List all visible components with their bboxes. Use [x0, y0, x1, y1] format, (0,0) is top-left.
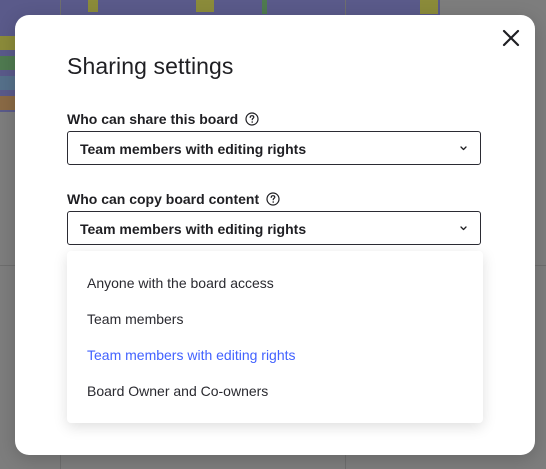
- board-tile: [0, 56, 16, 70]
- help-icon[interactable]: [266, 192, 280, 206]
- board-tile: [262, 0, 267, 14]
- copy-permission-label: Who can copy board content: [67, 191, 280, 207]
- dropdown-option-anyone[interactable]: Anyone with the board access: [87, 275, 274, 291]
- board-tile: [0, 36, 16, 50]
- share-permission-label-text: Who can share this board: [67, 111, 239, 127]
- copy-permission-dropdown: Anyone with the board access Team member…: [67, 251, 483, 423]
- board-tile: [88, 0, 98, 12]
- copy-permission-select[interactable]: Team members with editing rights: [67, 211, 481, 245]
- help-icon[interactable]: [245, 112, 259, 126]
- share-permission-label: Who can share this board: [67, 111, 259, 127]
- sharing-settings-dialog: Sharing settings Who can share this boar…: [15, 15, 535, 455]
- share-permission-select[interactable]: Team members with editing rights: [67, 131, 481, 165]
- board-tile: [196, 0, 214, 12]
- chevron-down-icon: [460, 226, 467, 231]
- chevron-down-icon: [460, 146, 467, 151]
- copy-permission-label-text: Who can copy board content: [67, 191, 260, 207]
- board-tile: [0, 96, 16, 110]
- copy-permission-value: Team members with editing rights: [80, 221, 307, 237]
- close-icon: [502, 29, 520, 47]
- dropdown-option-owners[interactable]: Board Owner and Co-owners: [87, 383, 268, 399]
- close-button[interactable]: [498, 25, 524, 51]
- dropdown-option-team-members[interactable]: Team members: [87, 311, 183, 327]
- board-tile: [0, 76, 16, 90]
- share-permission-value: Team members with editing rights: [80, 141, 307, 157]
- dialog-title: Sharing settings: [67, 53, 234, 79]
- dropdown-option-editing-rights[interactable]: Team members with editing rights: [87, 347, 296, 363]
- board-tile: [420, 0, 438, 14]
